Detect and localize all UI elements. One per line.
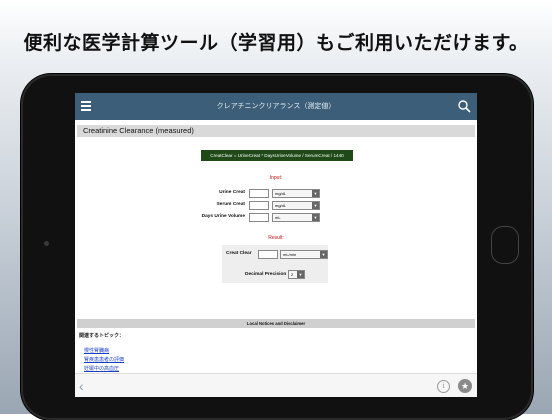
home-button[interactable] (491, 226, 519, 264)
info-icon[interactable]: i (437, 380, 450, 393)
decimal-value: 2 (291, 272, 294, 277)
tablet-camera (44, 241, 49, 246)
input-label: Urine Creat (219, 190, 245, 195)
result-heading: Result: (268, 235, 284, 241)
result-unit-select[interactable]: mL/min ▼ (280, 250, 328, 259)
chevron-down-icon: ▼ (312, 202, 319, 209)
back-chevron-icon[interactable]: ‹ (79, 379, 84, 393)
unit-value: mg/dL (275, 191, 287, 196)
chevron-down-icon: ▼ (312, 214, 319, 221)
days-urine-volume-input[interactable] (249, 213, 269, 222)
serum-creat-input[interactable] (249, 201, 269, 210)
nav-title: クレアチニンクリアランス（測定値） (216, 103, 336, 110)
input-label: Serum Creat (216, 202, 245, 207)
urine-creat-input[interactable] (249, 189, 269, 198)
days-urine-volume-unit-select[interactable]: mL ▼ (272, 213, 320, 222)
unit-value: mL (275, 215, 281, 220)
topic-link[interactable]: 妊娠中の高血圧 (84, 365, 119, 372)
input-row-serum-creat: Serum Creat mg/dL ▼ (75, 201, 477, 210)
unit-value: mL/min (283, 252, 297, 257)
decimal-precision-select[interactable]: 2 ▼ (288, 270, 305, 279)
result-label: Creat Clear (226, 251, 252, 256)
chevron-down-icon: ▼ (297, 271, 304, 278)
result-panel: Creat Clear mL/min ▼ Decimal Precision 2… (222, 245, 328, 283)
star-icon[interactable]: ★ (458, 379, 472, 393)
calculator-title: Creatinine Clearance (measured) (77, 125, 475, 137)
legal-notice-link[interactable]: Local Notices and Disclaimer (77, 319, 475, 328)
formula-banner: CreatClear = UrineCreat * DaysUrineVolum… (201, 150, 353, 161)
serum-creat-unit-select[interactable]: mg/dL ▼ (272, 201, 320, 210)
search-icon[interactable] (457, 99, 471, 113)
topic-link[interactable]: 慢性腎臓病 (84, 347, 109, 354)
decimal-precision-label: Decimal Precision (245, 272, 287, 277)
urine-creat-unit-select[interactable]: mg/dL ▼ (272, 189, 320, 198)
input-label: Days Urine Volume (201, 214, 245, 219)
topic-link[interactable]: 腎疾患患者の評価 (84, 356, 124, 363)
creat-clear-output (258, 250, 278, 259)
input-row-urine-creat: Urine Creat mg/dL ▼ (75, 189, 477, 198)
input-row-days-urine-volume: Days Urine Volume mL ▼ (75, 213, 477, 222)
chevron-down-icon: ▼ (320, 251, 327, 258)
bottom-toolbar: ‹ i ★ (75, 373, 477, 397)
navbar: クレアチニンクリアランス（測定値） (75, 93, 477, 120)
input-heading: Input: (269, 175, 283, 181)
promo-headline: 便利な医学計算ツール（学習用）もご利用いただけます。 (23, 32, 529, 54)
app-screen: クレアチニンクリアランス（測定値） Creatinine Clearance (… (75, 93, 477, 397)
chevron-down-icon: ▼ (312, 190, 319, 197)
related-topics-heading: 関連するトピック： (79, 333, 125, 339)
unit-value: mg/dL (275, 203, 287, 208)
